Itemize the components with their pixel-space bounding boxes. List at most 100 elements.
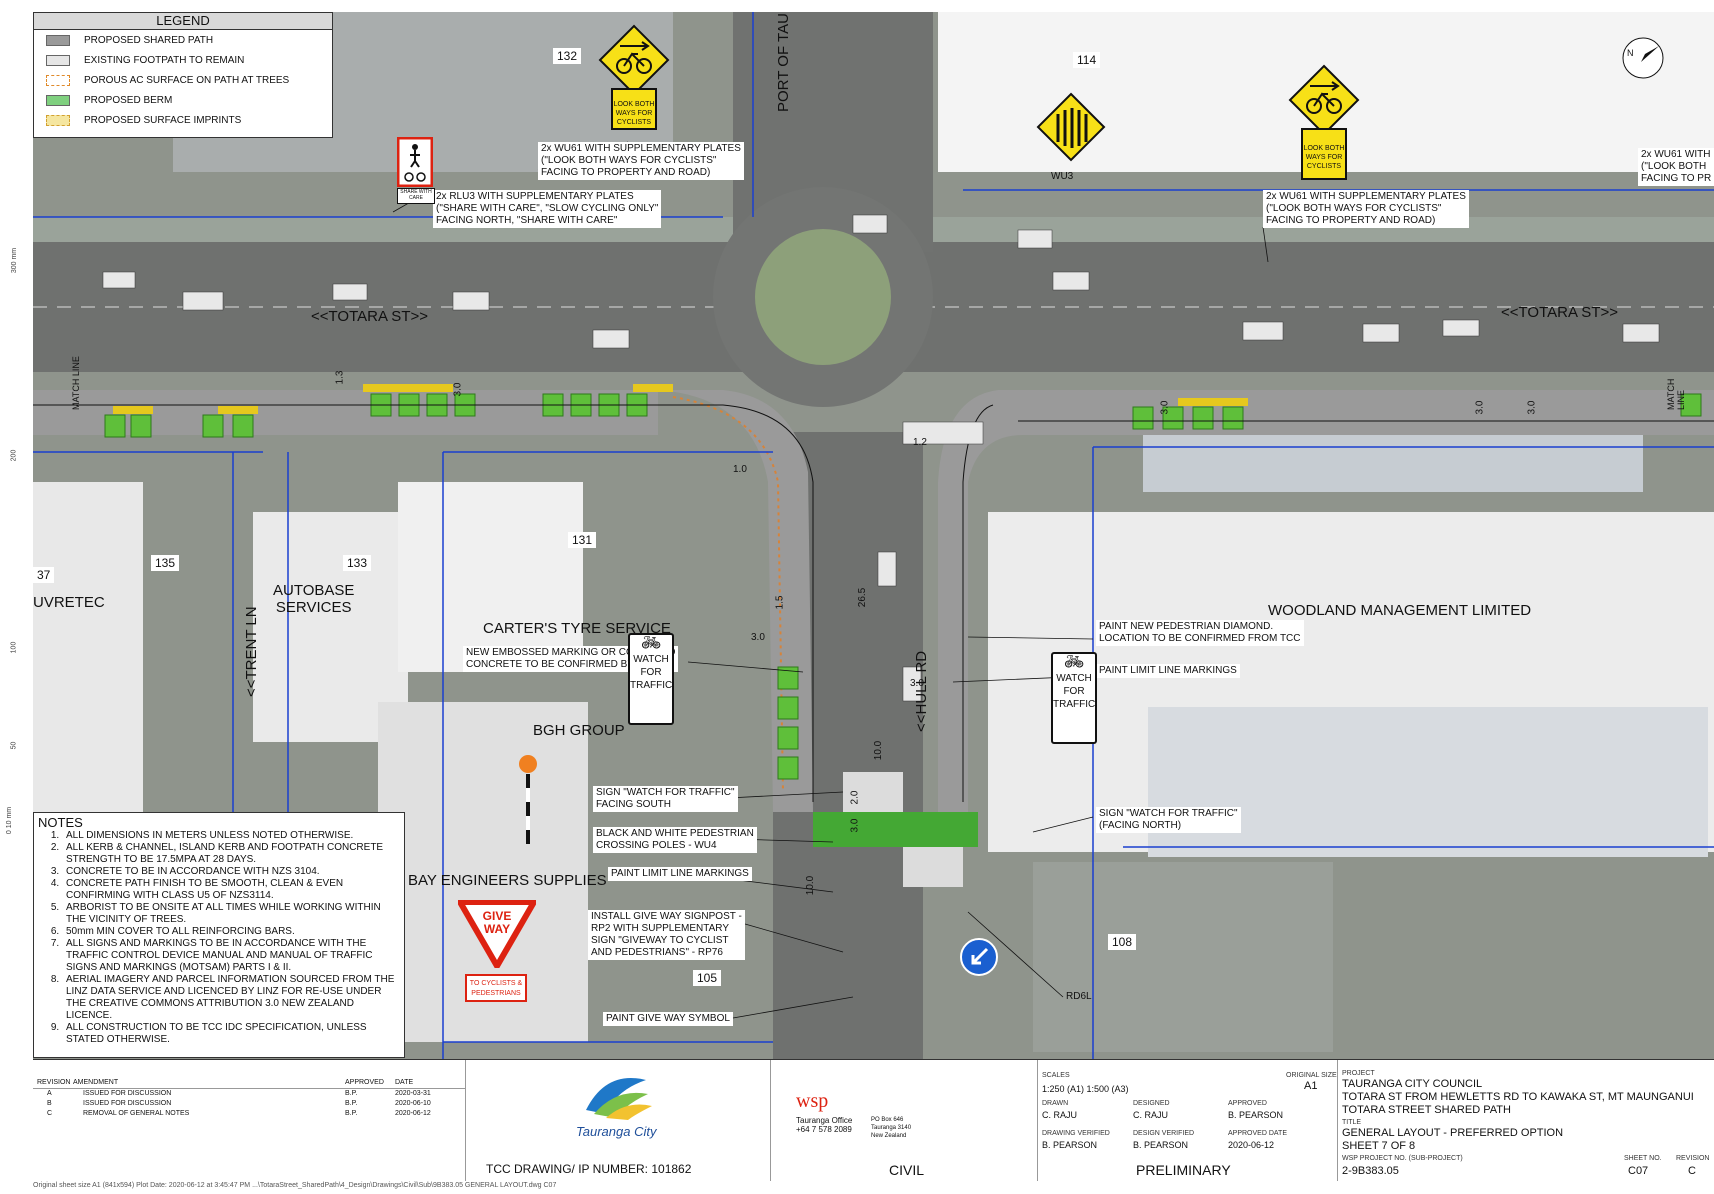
- rev-cell: REMOVAL OF GENERAL NOTES: [83, 1110, 190, 1117]
- scales-value: 1:250 (A1) 1:500 (A3): [1042, 1084, 1129, 1094]
- project-number-label: WSP PROJECT NO. (SUB-PROJECT): [1342, 1155, 1463, 1162]
- orig-size-label: ORIGINAL SIZE: [1286, 1072, 1337, 1079]
- rev-cell: B.P.: [345, 1100, 358, 1107]
- legend-item: PROPOSED BERM: [34, 90, 332, 110]
- rev-col-header: DATE: [395, 1079, 414, 1086]
- tcc-drawing-number: TCC DRAWING/ IP NUMBER: 101862: [486, 1162, 692, 1176]
- callout-wu61-far: 2x WU61 WITH ("LOOK BOTH FACING TO PR: [1638, 148, 1714, 186]
- callout-sign-south: SIGN "WATCH FOR TRAFFIC" FACING SOUTH: [593, 786, 738, 812]
- rev-cell: A: [47, 1090, 52, 1097]
- design-verified-label: DESIGN VERIFIED: [1133, 1130, 1195, 1137]
- watch-traffic-text: WATCH FOR TRAFFIC: [1053, 673, 1096, 710]
- rev-cell: ISSUED FOR DISCUSSION: [83, 1100, 172, 1107]
- legend-label: PROPOSED SURFACE IMPRINTS: [84, 114, 242, 126]
- watch-for-traffic-sign-south: 🚲︎ WATCH FOR TRAFFIC: [628, 633, 674, 725]
- title-line-1: GENERAL LAYOUT - PREFERRED OPTION: [1342, 1127, 1564, 1139]
- ruler-label: 100: [10, 641, 18, 654]
- legend-swatch: [46, 54, 70, 66]
- project-info-block: PROJECT TAURANGA CITY COUNCIL TOTARA ST …: [1337, 1060, 1714, 1181]
- callout-give-way-post: INSTALL GIVE WAY SIGNPOST - RP2 WITH SUP…: [588, 910, 745, 960]
- legend-item: POROUS AC SURFACE ON PATH AT TREES: [34, 70, 332, 90]
- callout-sign-north: SIGN "WATCH FOR TRAFFIC" (FACING NORTH): [1096, 807, 1241, 833]
- project-label: PROJECT: [1342, 1070, 1375, 1077]
- title-line-2: SHEET 7 OF 8: [1342, 1140, 1416, 1152]
- callout-wu61-east: 2x WU61 WITH SUPPLEMENTARY PLATES ("LOOK…: [1263, 190, 1469, 228]
- rev-col-header: AMENDMENT: [73, 1079, 119, 1086]
- legend-label: POROUS AC SURFACE ON PATH AT TREES: [84, 74, 290, 86]
- ruler-label: 0 10 mm: [6, 806, 14, 835]
- note-item: ALL SIGNS AND MARKINGS TO BE IN ACCORDAN…: [62, 938, 400, 974]
- note-item: CONCRETE PATH FINISH TO BE SMOOTH, CLEAN…: [62, 878, 400, 902]
- revision-row: C REMOVAL OF GENERAL NOTES B.P. 2020-06-…: [33, 1109, 465, 1119]
- approved-date-value: 2020-06-12: [1228, 1140, 1275, 1150]
- design-verified-value: B. PEARSON: [1133, 1140, 1189, 1150]
- scales-label: SCALES: [1042, 1072, 1070, 1079]
- callout-wu61-west: 2x WU61 WITH SUPPLEMENTARY PLATES ("LOOK…: [538, 142, 744, 180]
- revision-value: C: [1688, 1165, 1696, 1177]
- wsp-logo: wsp: [796, 1090, 829, 1112]
- legend-item: PROPOSED SURFACE IMPRINTS: [34, 110, 332, 130]
- wsp-office: Tauranga Office +64 7 578 2089: [796, 1116, 853, 1134]
- notes-list: ALL DIMENSIONS IN METERS UNLESS NOTED OT…: [34, 830, 404, 1046]
- note-item: CONCRETE TO BE IN ACCORDANCE WITH NZS 31…: [62, 866, 400, 878]
- note-item: ALL KERB & CHANNEL, ISLAND KERB AND FOOT…: [62, 842, 400, 866]
- note-item: 50mm MIN COVER TO ALL REINFORCING BARS.: [62, 926, 400, 938]
- designed-value: C. RAJU: [1133, 1110, 1169, 1120]
- drawing-verified-label: DRAWING VERIFIED: [1042, 1130, 1110, 1137]
- sheet-number-value: C07: [1628, 1165, 1649, 1177]
- ruler-label: 50: [10, 741, 18, 750]
- north-arrow-icon: N: [1622, 37, 1664, 79]
- note-item: ALL CONSTRUCTION TO BE TCC IDC SPECIFICA…: [62, 1022, 400, 1046]
- revision-label: REVISION: [1676, 1155, 1710, 1162]
- sheet-number-label: SHEET NO.: [1624, 1155, 1662, 1162]
- discipline-label: CIVIL: [889, 1162, 925, 1178]
- drawing-verified-value: B. PEARSON: [1042, 1140, 1098, 1150]
- title-label: TITLE: [1342, 1119, 1362, 1126]
- drawn-label: DRAWN: [1042, 1100, 1069, 1107]
- legend-title: LEGEND: [34, 13, 332, 30]
- council-logo-text: Tauranga City: [576, 1124, 657, 1139]
- tauranga-logo-icon: [586, 1078, 652, 1120]
- legend-swatch: [46, 34, 70, 46]
- crossing-pole-icon: [519, 755, 537, 844]
- rev-cell: B.P.: [345, 1110, 358, 1117]
- share-with-care-plate: SHARE WITH CARE: [397, 188, 435, 204]
- rev-cell: ISSUED FOR DISCUSSION: [83, 1090, 172, 1097]
- look-both-ways-plate: LOOK BOTH WAYS FOR CYCLISTS: [611, 88, 657, 130]
- note-item: ALL DIMENSIONS IN METERS UNLESS NOTED OT…: [62, 830, 400, 842]
- svg-text:N: N: [1627, 48, 1634, 58]
- title-block: REVISION AMENDMENT APPROVED DATE A ISSUE…: [33, 1059, 1714, 1181]
- legend-swatch: [46, 114, 70, 126]
- legend-label: PROPOSED BERM: [84, 94, 173, 106]
- legend-label: PROPOSED SHARED PATH: [84, 34, 214, 46]
- bicycle-icon: 🚲︎: [640, 635, 662, 652]
- revision-row: A ISSUED FOR DISCUSSION B.P. 2020-03-31: [33, 1089, 465, 1099]
- consultant-block: wsp Tauranga Office +64 7 578 2089 PO Bo…: [770, 1060, 1038, 1181]
- notes-panel: NOTES ALL DIMENSIONS IN METERS UNLESS NO…: [33, 812, 405, 1058]
- callout-give-way-symbol: PAINT GIVE WAY SYMBOL: [603, 1012, 733, 1026]
- callout-limit-east: PAINT LIMIT LINE MARKINGS: [1096, 664, 1240, 678]
- approved-label: APPROVED: [1228, 1100, 1267, 1107]
- approved-date-label: APPROVED DATE: [1228, 1130, 1287, 1137]
- project-line-3: TOTARA STREET SHARED PATH: [1342, 1104, 1511, 1116]
- callout-diamond: PAINT NEW PEDESTRIAN DIAMOND. LOCATION T…: [1096, 620, 1304, 646]
- watch-traffic-text: WATCH FOR TRAFFIC: [630, 654, 673, 691]
- rev-col-header: REVISION: [37, 1079, 71, 1086]
- wu3-sign-icon: [1036, 92, 1106, 162]
- approved-value: B. PEARSON: [1228, 1110, 1284, 1120]
- legend-item: EXISTING FOOTPATH TO REMAIN: [34, 50, 332, 70]
- drawing-info-block: SCALES 1:250 (A1) 1:500 (A3) ORIGINAL SI…: [1037, 1060, 1338, 1181]
- wsp-address: PO Box 646 Tauranga 3140 New Zealand: [871, 1117, 912, 1139]
- legend-swatch: [46, 74, 70, 86]
- designed-label: DESIGNED: [1133, 1100, 1170, 1107]
- rev-cell: B.P.: [345, 1090, 358, 1097]
- rev-cell: 2020-03-31: [395, 1090, 431, 1097]
- callout-rd6l: RD6L: [1066, 991, 1092, 1002]
- watch-for-traffic-sign-north: 🚲︎ WATCH FOR TRAFFIC: [1051, 652, 1097, 744]
- scale-ruler: 300 mm 200 100 50 0 10 mm: [0, 12, 33, 1059]
- legend-swatch: [46, 94, 70, 106]
- council-block: Tauranga City TCC DRAWING/ IP NUMBER: 10…: [465, 1060, 771, 1181]
- revision-table: REVISION AMENDMENT APPROVED DATE A ISSUE…: [33, 1060, 465, 1181]
- project-line-2: TOTARA ST FROM HEWLETTS RD TO KAWAKA ST,…: [1342, 1091, 1694, 1103]
- callout-rlu3: 2x RLU3 WITH SUPPLEMENTARY PLATES ("SHAR…: [433, 190, 662, 228]
